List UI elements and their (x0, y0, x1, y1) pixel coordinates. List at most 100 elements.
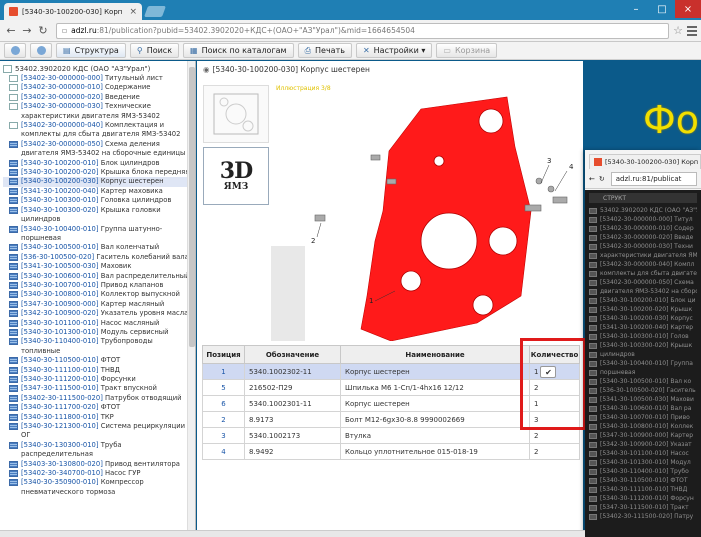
search-button[interactable]: ⚲ Поиск (129, 43, 180, 58)
tree-item[interactable]: [53402-30-000000-030] Технические характ… (3, 102, 192, 121)
tree-item[interactable]: [5342-30-100900-020] Указатель уровня ма… (3, 309, 192, 318)
tree-item[interactable]: [53403-30-130800-020] Привод вентилятора (3, 460, 192, 469)
tree-item[interactable]: [5340-30-100700-010] Привод клапанов (3, 281, 192, 290)
callout-4[interactable]: 4 (569, 163, 574, 171)
settings-button[interactable]: ✕ Настройки ▾ (355, 43, 433, 58)
tree-item[interactable]: [53402-30-340700-010] Насос ГУР (3, 469, 192, 478)
back-arrow-icon[interactable]: ← (589, 175, 595, 183)
tree-item[interactable]: [5340-30-111100-010] ТНВД (3, 366, 192, 375)
breadcrumb: ◉ [5340-30-100200-030] Корпус шестерен (203, 65, 370, 74)
cell-position[interactable]: 1 (202, 363, 245, 380)
back-circle-button[interactable] (4, 43, 26, 58)
table-row[interactable]: 4 8.9492 Кольцо уплотнительное 015-018-19 2 (202, 443, 580, 460)
tree-item[interactable]: [5340-30-101300-010] Модуль сервисный (3, 328, 192, 337)
illustration-thumbnail[interactable] (203, 85, 269, 143)
forward-arrow-icon[interactable]: → (20, 24, 34, 38)
callout-2[interactable]: 2 (311, 237, 315, 245)
tree-item[interactable]: [5340-30-100200-020] Крышка блока передн… (3, 168, 192, 177)
back-arrow-icon[interactable]: ← (4, 24, 18, 38)
tree-item[interactable]: [53402-30-000000-040] Комплектация и ком… (3, 121, 192, 140)
tree-scrollbar[interactable] (187, 61, 195, 534)
tree-item-text: Модуль сервисный (100, 327, 169, 336)
close-tab-icon[interactable]: × (129, 7, 137, 17)
tree-item[interactable]: [5341-30-100500-030] Маховик (3, 262, 192, 271)
tree-item[interactable]: [5340-30-110400-010] Трубопроводы топлив… (3, 337, 192, 356)
cell-name-text: Шпилька М6 1-Сп/1-4hх16 12/12 (345, 383, 464, 392)
table-icon (9, 413, 18, 421)
horizontal-scrollbar[interactable] (0, 530, 585, 537)
overlay-tree-item-label: [5341-30-100500-030] Махови (600, 396, 694, 403)
maximize-button[interactable]: □ (649, 0, 675, 18)
tree-item-label: [5340-30-100700-010] Привод клапанов (21, 281, 163, 290)
tree-item[interactable]: [5340-30-100500-010] Вал коленчатый (3, 243, 192, 252)
cart-button[interactable]: ▭ Корзина (436, 43, 498, 58)
tree-item[interactable]: [5340-30-100600-010] Вал распределительн… (3, 272, 192, 281)
tree-item[interactable]: [5340-30-101100-010] Насос масляный (3, 319, 192, 328)
browser-menu-icon[interactable] (687, 25, 697, 36)
cell-quantity: 2 (529, 443, 580, 460)
tree-item[interactable]: [5340-30-110500-010] ФТОТ (3, 356, 192, 365)
tree-item[interactable]: [53402-30-000000-000] Титульный лист (3, 74, 192, 83)
table-icon (9, 328, 18, 336)
tree-root[interactable]: 53402.3902020 КДС (ОАО "АЗ"Урал") (3, 65, 192, 73)
table-icon (589, 243, 597, 250)
structure-button[interactable]: ▤ Структура (56, 43, 126, 58)
parts-drawing[interactable]: 1 2 3 4 (271, 91, 583, 341)
col-name[interactable]: Наименование (340, 345, 530, 364)
cell-position[interactable]: 5 (202, 379, 245, 396)
tree-item[interactable]: [5340-30-100800-010] Коллектор выпускной (3, 290, 192, 299)
close-window-button[interactable]: × (675, 0, 701, 18)
cell-position[interactable]: 6 (202, 395, 245, 412)
new-tab-button[interactable] (143, 6, 167, 17)
tree-item[interactable]: [536-30-100500-020] Гаситель колебаний в… (3, 253, 192, 262)
tree-item[interactable]: [5340-30-100300-020] Крышка головки цили… (3, 206, 192, 225)
bookmark-star-icon[interactable]: ☆ (673, 24, 683, 37)
tree-item[interactable]: [5340-30-121300-010] Система рециркуляци… (3, 422, 192, 441)
tree-item[interactable]: [5340-30-130300-010] Труба распределител… (3, 441, 192, 460)
3d-model-thumbnail[interactable]: 3D ЯМЗ (203, 147, 269, 205)
overlay-tree-item: [5340-30-100800-010] Коллек (589, 422, 697, 431)
table-icon (589, 441, 597, 448)
tree-item[interactable]: [5340-30-111800-010] ТКР (3, 413, 192, 422)
table-icon (589, 297, 597, 304)
page-info-icon[interactable]: ▫ (62, 26, 67, 35)
overlay-tree-item: [5340-30-100300-020] Крышк (589, 341, 697, 350)
cell-position[interactable]: 2 (202, 411, 245, 428)
cell-position[interactable]: 4 (202, 443, 245, 460)
tree-item-label: [5340-30-350900-010] Компрессор пневмати… (21, 478, 192, 497)
tree-item[interactable]: [53402-30-000000-020] Введение (3, 93, 192, 102)
tree-item[interactable]: [5340-30-100200-010] Блок цилиндров (3, 159, 192, 168)
tree-item[interactable]: [5340-30-100400-010] Группа шатунно-порш… (3, 225, 192, 244)
tree-item[interactable]: [5340-30-100300-010] Головка цилиндров (3, 196, 192, 205)
overlay-tab[interactable]: [5340-30-100200-030] Корп (589, 154, 701, 169)
table-icon (589, 414, 597, 421)
cell-name-text: Корпус шестерен (345, 367, 410, 376)
cell-position[interactable]: 3 (202, 427, 245, 444)
tree-item[interactable]: [5340-30-350900-010] Компрессор пневмати… (3, 478, 192, 497)
tree-item[interactable]: [53402-30-000000-050] Схема деления двиг… (3, 140, 192, 159)
print-button[interactable]: ⎙ Печать (297, 43, 352, 58)
forward-circle-button[interactable] (30, 43, 52, 58)
table-icon (9, 140, 18, 148)
callout-1[interactable]: 1 (369, 297, 373, 305)
url-input[interactable]: ▫ adzl.ru :81/publication?pubid=53402.39… (56, 22, 670, 39)
col-position[interactable]: Позиция (202, 345, 245, 364)
tree-item[interactable]: [5340-30-111700-020] ФТОТ (3, 403, 192, 412)
tree-item[interactable]: [5340-30-100200-030] Корпус шестерен (3, 177, 192, 187)
tree-scrollbar-thumb[interactable] (189, 67, 195, 347)
tree-item[interactable]: [53402-30-000000-010] Содержание (3, 83, 192, 92)
browser-tab[interactable]: [5340-30-100200-030] Корп × (4, 3, 142, 20)
tree-item[interactable]: [5347-30-111500-010] Тракт впускной (3, 384, 192, 393)
overlay-url[interactable]: adzl.ru:81/publicat (610, 171, 697, 186)
tree-item[interactable]: [53402-30-111500-020] Патрубок отводящий (3, 394, 192, 403)
tree-item[interactable]: [5340-30-111200-010] Форсунки (3, 375, 192, 384)
catalog-search-button[interactable]: ▦ Поиск по каталогам (183, 43, 294, 58)
cell-name: Корпус шестерен (340, 363, 530, 380)
callout-3[interactable]: 3 (547, 157, 551, 165)
minimize-button[interactable]: – (623, 0, 649, 18)
reload-icon[interactable]: ↻ (36, 24, 50, 38)
reload-icon[interactable]: ↻ (599, 175, 605, 183)
tree-item[interactable]: [5347-30-100900-000] Картер масляный (3, 300, 192, 309)
tree-item[interactable]: [5341-30-100200-040] Картер маховика (3, 187, 192, 196)
col-code[interactable]: Обозначение (244, 345, 341, 364)
